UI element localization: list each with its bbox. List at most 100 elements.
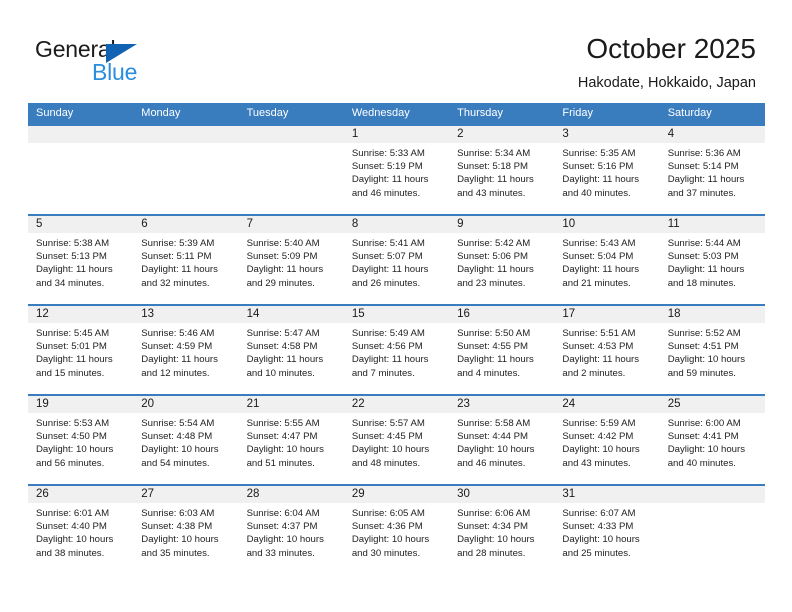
sunrise-text: Sunrise: 5:33 AM bbox=[351, 148, 425, 159]
daylight-text: Daylight: 10 hours and 25 minutes. bbox=[562, 534, 640, 559]
daylight-text: Daylight: 11 hours and 46 minutes. bbox=[351, 174, 429, 199]
day-details: Sunrise: 5:34 AM Sunset: 5:18 PM Daylight:… bbox=[449, 143, 554, 200]
day-number: 20 bbox=[133, 396, 239, 413]
calendar-day-cell[interactable]: 8 Sunrise: 5:41 AM Sunset: 5:07 PM Daylight… bbox=[343, 216, 450, 304]
calendar-day-cell[interactable]: 19 Sunrise: 5:53 AM Sunset: 4:50 PM Dayligh… bbox=[28, 396, 134, 484]
calendar-day-cell[interactable]: 18 Sunrise: 5:52 AM Sunset: 4:51 PM Dayligh… bbox=[659, 306, 765, 394]
sunset-text: Sunset: 4:45 PM bbox=[351, 431, 423, 443]
day-details: Sunrise: 5:49 AM Sunset: 4:56 PM Daylight:… bbox=[344, 323, 449, 380]
day-details: Sunrise: 5:57 AM Sunset: 4:45 PM Daylight:… bbox=[344, 413, 449, 470]
calendar-day-cell[interactable]: 14 Sunrise: 5:47 AM Sunset: 4:58 PM Dayligh… bbox=[238, 306, 344, 394]
calendar-day-cell[interactable]: 10 Sunrise: 5:43 AM Sunset: 5:04 PM Dayligh… bbox=[554, 216, 660, 304]
daylight-text: Daylight: 10 hours and 35 minutes. bbox=[141, 534, 219, 559]
sunset-text: Sunset: 4:51 PM bbox=[667, 341, 739, 353]
sunset-text: Sunset: 5:14 PM bbox=[667, 161, 739, 173]
calendar-day-cell[interactable]: 2 Sunrise: 5:34 AM Sunset: 5:18 PM Daylight… bbox=[449, 126, 555, 214]
weekday-header-friday: Friday bbox=[562, 107, 593, 119]
day-details: Sunrise: 5:50 AM Sunset: 4:55 PM Daylight:… bbox=[449, 323, 554, 380]
day-number: 12 bbox=[28, 306, 134, 323]
calendar-day-cell[interactable]: 30 Sunrise: 6:06 AM Sunset: 4:34 PM Dayligh… bbox=[449, 486, 555, 576]
daylight-text: Daylight: 11 hours and 32 minutes. bbox=[141, 264, 218, 289]
calendar-day-cell-empty bbox=[133, 126, 239, 214]
day-number: 5 bbox=[28, 216, 134, 233]
day-number: 27 bbox=[133, 486, 239, 503]
day-details: Sunrise: 5:35 AM Sunset: 5:16 PM Daylight:… bbox=[554, 143, 659, 200]
calendar-day-cell[interactable]: 1 Sunrise: 5:33 AM Sunset: 5:19 PM Daylight… bbox=[343, 126, 450, 214]
calendar-day-cell-empty bbox=[659, 486, 765, 576]
sunset-text: Sunset: 4:33 PM bbox=[562, 521, 634, 533]
sunset-text: Sunset: 4:42 PM bbox=[562, 431, 634, 443]
sunset-text: Sunset: 5:07 PM bbox=[351, 251, 423, 263]
calendar-day-cell[interactable]: 27 Sunrise: 6:03 AM Sunset: 4:38 PM Dayligh… bbox=[133, 486, 239, 576]
calendar-day-cell[interactable]: 9 Sunrise: 5:42 AM Sunset: 5:06 PM Daylight… bbox=[449, 216, 555, 304]
day-number: 6 bbox=[133, 216, 239, 233]
day-number: 7 bbox=[238, 216, 344, 233]
calendar-day-cell[interactable]: 3 Sunrise: 5:35 AM Sunset: 5:16 PM Daylight… bbox=[554, 126, 660, 214]
calendar-day-cell[interactable]: 23 Sunrise: 5:58 AM Sunset: 4:44 PM Dayligh… bbox=[449, 396, 555, 484]
title-block: October 2025 Hakodate, Hokkaido, Japan bbox=[578, 32, 756, 92]
page-subtitle: Hakodate, Hokkaido, Japan bbox=[577, 75, 756, 91]
calendar-day-cell[interactable]: 13 Sunrise: 5:46 AM Sunset: 4:59 PM Dayligh… bbox=[133, 306, 239, 394]
sunset-text: Sunset: 5:16 PM bbox=[562, 161, 634, 173]
daylight-text: Daylight: 11 hours and 23 minutes. bbox=[457, 264, 534, 289]
day-details: Sunrise: 5:39 AM Sunset: 5:11 PM Daylight:… bbox=[133, 233, 238, 290]
day-number: 9 bbox=[449, 216, 555, 233]
calendar-day-cell[interactable]: 16 Sunrise: 5:50 AM Sunset: 4:55 PM Dayligh… bbox=[449, 306, 555, 394]
calendar-day-cell[interactable]: 29 Sunrise: 6:05 AM Sunset: 4:36 PM Dayligh… bbox=[343, 486, 450, 576]
day-number: 17 bbox=[554, 306, 660, 323]
day-number: 21 bbox=[238, 396, 344, 413]
calendar-day-cell[interactable]: 7 Sunrise: 5:40 AM Sunset: 5:09 PM Daylight… bbox=[238, 216, 344, 304]
sunset-text: Sunset: 5:09 PM bbox=[246, 251, 318, 263]
day-details: Sunrise: 5:53 AM Sunset: 4:50 PM Daylight:… bbox=[28, 413, 133, 470]
sunrise-text: Sunrise: 5:40 AM bbox=[246, 238, 320, 249]
general-blue-logo[interactable]: General Blue bbox=[35, 36, 215, 92]
weekday-header-wednesday: Wednesday bbox=[351, 107, 410, 119]
calendar-day-cell[interactable]: 11 Sunrise: 5:44 AM Sunset: 5:03 PM Dayligh… bbox=[659, 216, 765, 304]
weekday-header-monday: Monday bbox=[141, 107, 181, 119]
calendar-day-cell[interactable]: 22 Sunrise: 5:57 AM Sunset: 4:45 PM Dayligh… bbox=[343, 396, 450, 484]
calendar-day-cell[interactable]: 15 Sunrise: 5:49 AM Sunset: 4:56 PM Dayligh… bbox=[343, 306, 450, 394]
calendar-day-cell[interactable]: 25 Sunrise: 6:00 AM Sunset: 4:41 PM Dayligh… bbox=[659, 396, 765, 484]
daylight-text: Daylight: 10 hours and 56 minutes. bbox=[36, 444, 114, 469]
day-details: Sunrise: 5:51 AM Sunset: 4:53 PM Daylight:… bbox=[554, 323, 659, 380]
daylight-text: Daylight: 11 hours and 43 minutes. bbox=[457, 174, 534, 199]
calendar-day-cell[interactable]: 21 Sunrise: 5:55 AM Sunset: 4:47 PM Dayligh… bbox=[238, 396, 344, 484]
calendar-page: General Blue October 2025 Hakodate, Hokk… bbox=[0, 0, 792, 612]
sunrise-text: Sunrise: 6:00 AM bbox=[667, 418, 741, 429]
calendar-day-cell[interactable]: 4 Sunrise: 5:36 AM Sunset: 5:14 PM Daylight… bbox=[659, 126, 765, 214]
daylight-text: Daylight: 11 hours and 37 minutes. bbox=[667, 174, 745, 199]
daylight-text: Daylight: 10 hours and 38 minutes. bbox=[36, 534, 114, 559]
day-number bbox=[133, 126, 239, 143]
calendar-week-row: 26 Sunrise: 6:01 AM Sunset: 4:40 PM Dayligh… bbox=[28, 484, 765, 576]
day-number bbox=[238, 126, 344, 143]
sunrise-text: Sunrise: 6:06 AM bbox=[457, 508, 531, 519]
day-number: 13 bbox=[133, 306, 239, 323]
calendar-day-cell[interactable]: 20 Sunrise: 5:54 AM Sunset: 4:48 PM Dayligh… bbox=[133, 396, 239, 484]
sunset-text: Sunset: 4:40 PM bbox=[36, 521, 107, 533]
day-number: 30 bbox=[449, 486, 555, 503]
day-details: Sunrise: 5:43 AM Sunset: 5:04 PM Daylight:… bbox=[554, 233, 659, 290]
calendar-day-cell[interactable]: 24 Sunrise: 5:59 AM Sunset: 4:42 PM Dayligh… bbox=[554, 396, 660, 484]
calendar-day-cell[interactable]: 31 Sunrise: 6:07 AM Sunset: 4:33 PM Dayligh… bbox=[554, 486, 660, 576]
calendar-day-cell[interactable]: 5 Sunrise: 5:38 AM Sunset: 5:13 PM Daylight… bbox=[28, 216, 134, 304]
sunrise-text: Sunrise: 5:45 AM bbox=[36, 328, 110, 339]
day-details: Sunrise: 6:01 AM Sunset: 4:40 PM Daylight:… bbox=[28, 503, 133, 560]
calendar-day-cell[interactable]: 28 Sunrise: 6:04 AM Sunset: 4:37 PM Dayligh… bbox=[238, 486, 344, 576]
day-details: Sunrise: 6:06 AM Sunset: 4:34 PM Daylight:… bbox=[449, 503, 554, 560]
calendar-day-cell[interactable]: 17 Sunrise: 5:51 AM Sunset: 4:53 PM Dayligh… bbox=[554, 306, 660, 394]
daylight-text: Daylight: 10 hours and 59 minutes. bbox=[667, 354, 746, 379]
day-details: Sunrise: 6:05 AM Sunset: 4:36 PM Daylight:… bbox=[344, 503, 449, 560]
calendar-day-cell[interactable]: 26 Sunrise: 6:01 AM Sunset: 4:40 PM Dayligh… bbox=[28, 486, 134, 576]
logo-text-blue: Blue bbox=[92, 59, 138, 85]
calendar-day-cell[interactable]: 6 Sunrise: 5:39 AM Sunset: 5:11 PM Daylight… bbox=[133, 216, 239, 304]
daylight-text: Daylight: 10 hours and 51 minutes. bbox=[246, 444, 324, 469]
sunrise-text: Sunrise: 5:41 AM bbox=[351, 238, 425, 249]
sunset-text: Sunset: 4:56 PM bbox=[351, 341, 423, 353]
day-number: 16 bbox=[449, 306, 555, 323]
day-details: Sunrise: 5:41 AM Sunset: 5:07 PM Daylight:… bbox=[344, 233, 449, 290]
weekday-header-thursday: Thursday bbox=[457, 107, 503, 119]
calendar-day-cell[interactable]: 12 Sunrise: 5:45 AM Sunset: 5:01 PM Dayligh… bbox=[28, 306, 134, 394]
sunrise-text: Sunrise: 6:04 AM bbox=[246, 508, 320, 519]
daylight-text: Daylight: 11 hours and 29 minutes. bbox=[246, 264, 324, 289]
day-details: Sunrise: 5:46 AM Sunset: 4:59 PM Daylight:… bbox=[133, 323, 238, 380]
